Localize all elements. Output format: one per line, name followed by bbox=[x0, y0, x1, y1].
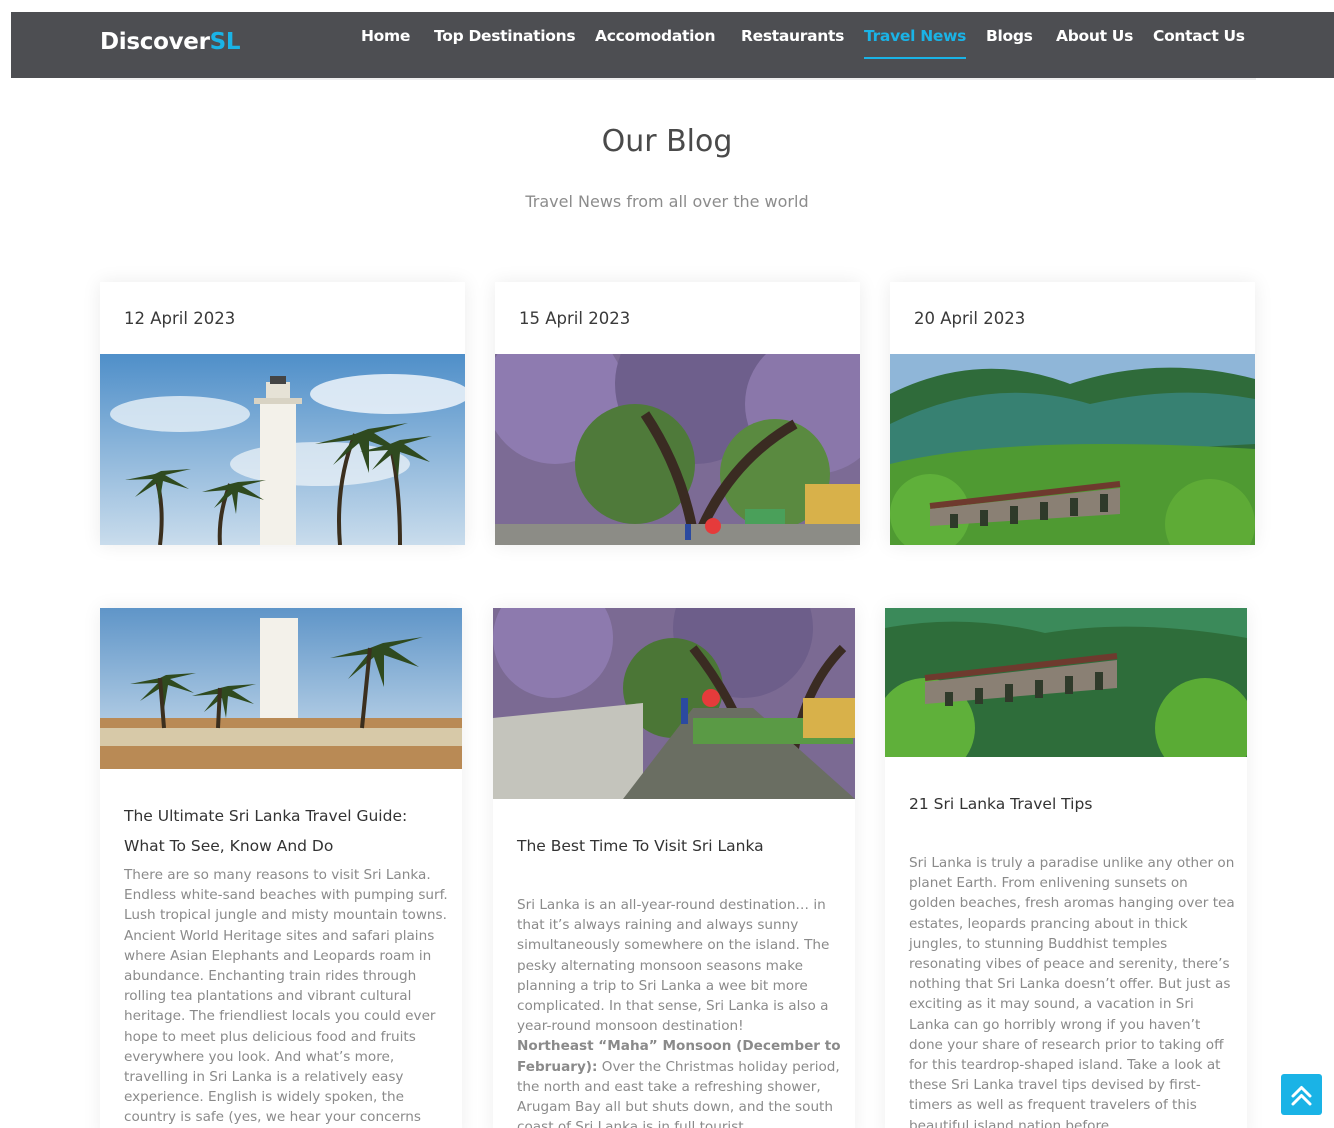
nine-arches-bridge-photo bbox=[890, 354, 1255, 545]
nav-restaurants[interactable]: Restaurants bbox=[741, 27, 844, 45]
post-excerpt: Sri Lanka is an all-year-round destinati… bbox=[517, 897, 841, 1128]
nav-contact-us[interactable]: Contact Us bbox=[1153, 27, 1245, 45]
navbar-divider bbox=[100, 78, 1256, 80]
post-excerpt: There are so many reasons to visit Sri L… bbox=[124, 867, 448, 1126]
site-logo[interactable]: DiscoverSL bbox=[100, 29, 241, 55]
top-navbar: DiscoverSL Home Top Destinations Accomod… bbox=[11, 12, 1334, 78]
nav-blogs[interactable]: Blogs bbox=[986, 27, 1033, 45]
news-card[interactable]: 12 April 2023 bbox=[100, 282, 465, 545]
post-title[interactable]: The Ultimate Sri Lanka Travel Guide: Wha… bbox=[124, 801, 450, 861]
news-card[interactable]: 20 April 2023 bbox=[890, 282, 1255, 545]
nav-home[interactable]: Home bbox=[361, 27, 410, 45]
blog-post-card[interactable]: 21 Sri Lanka Travel Tips Sri Lanka is tr… bbox=[885, 608, 1247, 1128]
post-title[interactable]: The Best Time To Visit Sri Lanka bbox=[517, 831, 843, 861]
news-card[interactable]: 15 April 2023 bbox=[495, 282, 860, 545]
page-subtitle: Travel News from all over the world bbox=[525, 192, 809, 211]
blog-post-card[interactable]: The Best Time To Visit Sri Lanka Sri Lan… bbox=[493, 608, 855, 1128]
blog-post-card[interactable]: The Ultimate Sri Lanka Travel Guide: Wha… bbox=[100, 608, 462, 1128]
post-excerpt: Sri Lanka is truly a paradise unlike any… bbox=[909, 855, 1235, 1128]
news-date: 15 April 2023 bbox=[519, 309, 631, 328]
nav-accomodation[interactable]: Accomodation bbox=[595, 27, 715, 45]
jacaranda-street-photo bbox=[495, 354, 860, 545]
nav-travel-news[interactable]: Travel News bbox=[864, 27, 966, 59]
nav-about-us[interactable]: About Us bbox=[1056, 27, 1133, 45]
train-bridge-photo bbox=[885, 608, 1247, 757]
lighthouse-fort-photo bbox=[100, 608, 462, 769]
page-title: Our Blog bbox=[601, 124, 733, 159]
lighthouse-palms-photo bbox=[100, 354, 465, 545]
news-date: 12 April 2023 bbox=[124, 309, 236, 328]
news-date: 20 April 2023 bbox=[914, 309, 1026, 328]
rainy-street-photo bbox=[493, 608, 855, 799]
nav-top-destinations[interactable]: Top Destinations bbox=[434, 27, 576, 45]
scroll-to-top-button[interactable] bbox=[1281, 1074, 1322, 1115]
double-chevron-up-icon bbox=[1281, 1074, 1322, 1115]
post-title[interactable]: 21 Sri Lanka Travel Tips bbox=[909, 789, 1235, 819]
